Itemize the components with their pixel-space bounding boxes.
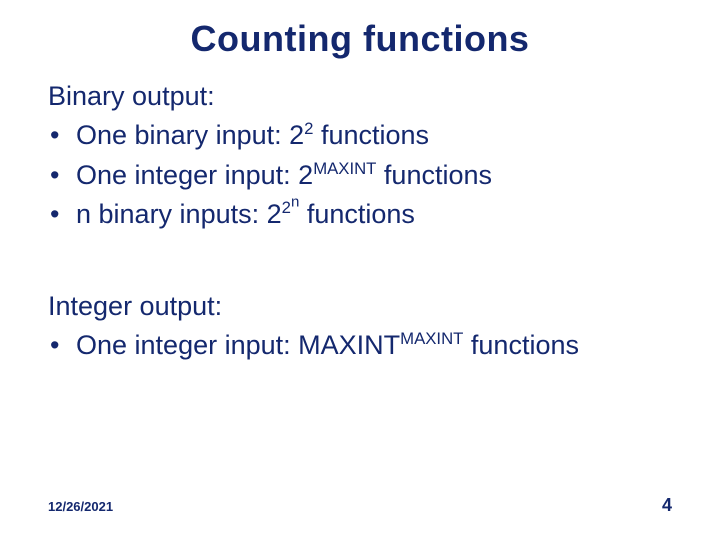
exp-base: 2: [282, 198, 291, 217]
item-exponent: MAXINT: [400, 329, 463, 348]
bullet-icon: •: [50, 156, 59, 195]
bullet-icon: •: [50, 326, 59, 365]
item-prefix: One integer input:: [76, 160, 298, 190]
slide: Counting functions Binary output: • One …: [0, 0, 720, 540]
slide-title: Counting functions: [48, 18, 672, 60]
item-suffix: functions: [299, 199, 415, 229]
list-item: • One binary input: 22 functions: [48, 116, 672, 155]
footer-date: 12/26/2021: [48, 499, 113, 514]
footer-page-number: 4: [662, 495, 672, 516]
item-base: MAXINT: [298, 330, 400, 360]
list-item: • n binary inputs: 22n functions: [48, 195, 672, 234]
item-base: 2: [298, 160, 313, 190]
item-exponent: MAXINT: [313, 159, 376, 178]
bullet-list-binary: • One binary input: 22 functions • One i…: [48, 116, 672, 233]
bullet-icon: •: [50, 116, 59, 155]
list-item: • One integer input: 2MAXINT functions: [48, 156, 672, 195]
slide-footer: 12/26/2021 4: [48, 495, 672, 516]
section-heading-binary: Binary output:: [48, 78, 672, 114]
item-suffix: functions: [376, 160, 492, 190]
item-exponent: 2n: [282, 198, 300, 217]
item-prefix: One binary input:: [76, 120, 289, 150]
bullet-icon: •: [50, 195, 59, 234]
item-base: 2: [267, 199, 282, 229]
list-item: • One integer input: MAXINTMAXINT functi…: [48, 326, 672, 365]
item-suffix: functions: [313, 120, 429, 150]
item-prefix: One integer input:: [76, 330, 298, 360]
bullet-list-integer: • One integer input: MAXINTMAXINT functi…: [48, 326, 672, 365]
section-heading-integer: Integer output:: [48, 288, 672, 324]
item-prefix: n binary inputs:: [76, 199, 267, 229]
item-base: 2: [289, 120, 304, 150]
spacer: [48, 234, 672, 288]
item-suffix: functions: [463, 330, 579, 360]
